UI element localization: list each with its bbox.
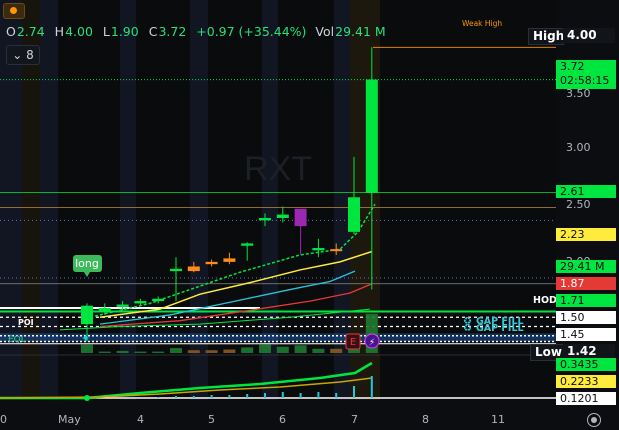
- price-tick-300: 3.00: [566, 141, 591, 154]
- recycle-icon: ♻: [463, 323, 472, 334]
- indicator-bar-6: [192, 396, 195, 398]
- current-price-tag: 3.72 02:58:15: [556, 60, 616, 89]
- indicator-logo-icon[interactable]: [3, 3, 25, 19]
- time-tick-11: 11: [491, 413, 505, 426]
- candle-body-7: [205, 261, 218, 265]
- price-chart[interactable]: RXT Weak High long HOD EQL POI ♻ GAP FIL…: [0, 0, 619, 430]
- candle-body-4: [152, 298, 165, 302]
- candle-body-12: [294, 208, 307, 227]
- low-value-badge: 1.42: [563, 344, 615, 359]
- volume-bar-0: [81, 344, 93, 353]
- volume-bar-10: [259, 344, 271, 353]
- candle-body-9: [241, 243, 254, 246]
- time-tick-6: 6: [279, 413, 286, 426]
- lightning-icon[interactable]: ⚡: [364, 333, 380, 349]
- volume-bar-5: [170, 348, 182, 353]
- candle-body-2: [116, 304, 129, 307]
- time-tick-8: 8: [422, 413, 429, 426]
- time-tick-0: 0: [0, 413, 7, 426]
- candle-body-6: [187, 266, 200, 272]
- volume-bar-11: [276, 346, 289, 353]
- poi-label: POI: [18, 318, 34, 327]
- chevron-down-icon: ⌄: [12, 48, 23, 62]
- high-value-badge: 4.00: [563, 28, 615, 43]
- indicator-value-3: 0.1201: [556, 392, 616, 405]
- indicator-bar-11: [281, 392, 284, 398]
- candle-body-13: [312, 248, 325, 251]
- indicator-bar-13: [317, 392, 320, 398]
- indicator-bar-9: [246, 394, 249, 398]
- candle-body-3: [134, 301, 147, 304]
- indicator-bar-15: [353, 386, 355, 398]
- svg-text:⚡: ⚡: [369, 338, 375, 348]
- weak-high-label: Weak High: [462, 19, 502, 28]
- candle-body-10: [259, 218, 271, 221]
- indicator-bar-4: [157, 397, 160, 398]
- candle-body-8: [223, 258, 236, 262]
- time-tick-7: 7: [351, 413, 358, 426]
- candle-body-11: [276, 214, 289, 219]
- volume-bar-6: [187, 350, 200, 353]
- hod-label: HOD: [533, 295, 557, 306]
- indicator-bar-10: [264, 393, 266, 398]
- price-tag-150: 1.50: [556, 311, 616, 324]
- indicator-bar-5: [175, 396, 177, 398]
- volume-bar-3: [134, 351, 147, 353]
- price-tag-223: 2.23: [556, 228, 616, 241]
- price-tag-171: 1.71: [556, 294, 616, 307]
- eql-label: EQL: [8, 335, 26, 345]
- candle-body-16: [365, 79, 378, 193]
- collapse-indicators-button[interactable]: ⌄ 8: [6, 45, 40, 65]
- price-tag-145: 1.45: [556, 328, 616, 341]
- long-label: long: [75, 257, 99, 270]
- indicator-value-1: 0.3435: [556, 358, 616, 371]
- indicator-bar-16: [370, 376, 373, 398]
- volume-bar-9: [241, 347, 254, 353]
- price-tick-250: 2.50: [566, 198, 591, 211]
- volume-bar-7: [205, 350, 218, 353]
- gear-icon[interactable]: [587, 413, 601, 427]
- svg-text:E: E: [350, 337, 356, 348]
- indicator-bar-14: [335, 393, 338, 398]
- indicator-bar-7: [210, 395, 213, 398]
- volume-bar-2: [116, 350, 129, 353]
- time-tick-may: May: [58, 413, 81, 426]
- candle-body-14: [330, 249, 343, 252]
- volume-bar-12: [294, 345, 307, 353]
- svg-text:GAP FILL: GAP FILL: [476, 323, 524, 334]
- high-label-badge: High: [528, 28, 564, 45]
- indicator-dot: [84, 395, 90, 401]
- ohlc-legend: O2.74 H4.00 L1.90 C3.72 +0.97 (+35.44%) …: [6, 24, 386, 39]
- candle-body-0: [81, 305, 93, 325]
- indicator-value-2: 0.2233: [556, 375, 616, 388]
- candle-body-1: [98, 308, 111, 312]
- volume-bar-4: [152, 351, 165, 353]
- volume-bar-14: [330, 348, 343, 353]
- time-tick-5: 5: [208, 413, 215, 426]
- price-tag-261: 2.61: [556, 185, 616, 198]
- symbol-watermark: RXT: [244, 150, 312, 188]
- earnings-marker[interactable]: E: [345, 333, 361, 350]
- candle-body-15: [348, 197, 360, 232]
- time-tick-4: 4: [137, 413, 144, 426]
- price-tag-187: 1.87: [556, 277, 616, 290]
- volume-bar-1: [98, 351, 111, 353]
- indicator-bar-8: [228, 395, 231, 398]
- indicator-bar-12: [299, 393, 302, 398]
- volume-bar-13: [312, 348, 325, 353]
- candle-body-5: [170, 268, 182, 272]
- star-icon: ✦: [81, 332, 90, 345]
- volume-bar-8: [223, 349, 236, 353]
- volume-tag: 29.41 M: [556, 260, 616, 273]
